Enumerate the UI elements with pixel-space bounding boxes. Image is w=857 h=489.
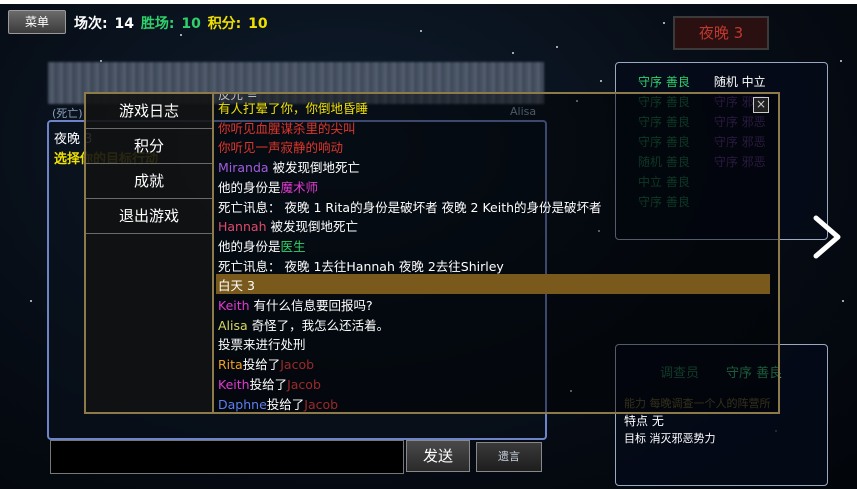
game-screen: 菜单 场次: 14 胜场: 10 积分: 10 夜晚 3 (死亡) Alisa … [0,0,857,489]
role-trait: 特点 无 [624,414,664,428]
star [30,300,32,302]
log-segment: 有什么信息要回报吗? [249,298,373,313]
log-line: Rita投给了Jacob [218,354,314,373]
log-segment: 投票来进行处刑 [218,337,306,353]
log-segment: 魔术师 [280,179,319,195]
log-segment: 投给了 [266,396,305,412]
games-label: 场次: [74,16,108,32]
log-line: 你听见血腥谋杀里的尖叫 [218,118,356,137]
close-icon[interactable]: × [753,97,769,113]
log-segment: 他的身份是 [218,238,281,254]
log-line: 死亡讯息： 夜晚 1去往Hannah 夜晚 2去往Shirley [218,256,504,275]
wins-label: 胜场: [140,16,175,32]
log-segment: Daphne [218,396,267,412]
log-segment: 他的身份是 [218,179,281,195]
games-value: 14 [114,16,134,32]
phase-badge: 夜晚 3 [673,16,769,50]
score-label: 积分: [207,16,242,32]
log-segment: Keith [218,298,250,313]
log-segment: Miranda [218,160,269,176]
log-segment: 白天 3 [218,278,255,294]
log-line: Keith 有什么信息要回报吗? [218,295,373,314]
log-segment: 有人打晕了你，你倒地昏睡 [218,101,369,116]
wins-value: 10 [181,16,201,32]
menu-item-exit-game[interactable]: 退出游戏 [86,199,212,234]
star [663,22,665,24]
log-segment: Jacob [287,376,321,392]
log-segment: 死亡讯息： 夜晚 1 Rita的身份是破坏者 夜晚 2 Keith的身份是破坏者 [218,199,602,215]
log-line: Daphne投给了Jacob [218,394,338,413]
side-menu: 游戏日志 积分 成就 退出游戏 [86,94,214,412]
log-line: Keith投给了Jacob [218,374,321,393]
game-log[interactable]: 反光 = 有人打晕了你，你倒地昏睡 你听见血腥谋杀里的尖叫 你听见一声寂静的响动 Mi… [216,94,772,412]
role-row: 守序 善良 随机 中立 [638,73,766,90]
star [420,30,422,32]
log-segment: Alisa [218,317,248,333]
log-segment: Jacob [280,357,315,373]
log-line: 你听见一声寂静的响动 [218,137,343,156]
menu-item-achievements[interactable]: 成就 [86,164,212,199]
log-segment: 你听见血腥谋杀里的尖叫 [218,120,356,136]
log-segment: Keith [218,376,250,392]
log-line: Alisa 奇怪了，我怎么还活着。 [218,315,389,334]
send-button[interactable]: 发送 [406,440,470,472]
role-a: 守序 善良 [638,75,690,89]
next-arrow-icon[interactable] [808,214,848,260]
star [600,80,602,82]
game-log-overlay: 游戏日志 积分 成就 退出游戏 反光 = 有人打晕了你，你倒地昏睡 你听见血腥谋杀… [84,92,780,414]
role-b: 随机 中立 [713,75,766,89]
star [180,34,182,36]
log-segment: 死亡讯息： 夜晚 1去往Hannah 夜晚 2去往Shirley [218,258,504,274]
score-value: 10 [248,16,268,32]
log-segment: 被发现倒地死亡 [266,219,358,235]
log-line: 投票来进行处刑 [218,334,306,353]
log-segment: 你听见一声寂静的响动 [218,140,344,156]
log-line: 死亡讯息： 夜晚 1 Rita的身份是破坏者 夜晚 2 Keith的身份是破坏者 [218,197,602,216]
star [512,52,514,54]
menu-item-score[interactable]: 积分 [86,129,212,164]
dead-label: (死亡) [52,107,83,120]
log-segment: 投给了 [249,376,288,392]
log-segment: Jacob [304,396,339,412]
log-segment: Rita [218,357,243,373]
log-line: Hannah 被发现倒地死亡 [218,216,358,235]
menu-button[interactable]: 菜单 [8,10,66,34]
chat-input[interactable] [50,440,404,474]
log-segment: 医生 [280,238,306,254]
last-will-button[interactable]: 遗言 [476,442,542,472]
menu-item-game-log[interactable]: 游戏日志 [86,94,212,129]
log-segment: Hannah [218,219,267,235]
log-line: 他的身份是魔术师 [218,177,318,196]
log-line: Miranda 被发现倒地死亡 [218,157,360,176]
star [840,60,842,62]
log-line: 白天 3 [218,275,255,294]
log-line: 有人打晕了你，你倒地昏睡 [218,98,368,117]
log-line: 他的身份是医生 [218,236,306,255]
log-segment: 被发现倒地死亡 [268,160,361,176]
log-segment: 投给了 [242,357,281,373]
top-border [0,0,857,4]
star [842,300,844,302]
stats-bar: 场次: 14 胜场: 10 积分: 10 [74,13,270,33]
log-segment: 奇怪了，我怎么还活着。 [247,317,390,333]
log-highlight [216,274,770,295]
star [556,46,558,48]
role-goal: 目标 消灭邪恶势力 [624,432,716,445]
